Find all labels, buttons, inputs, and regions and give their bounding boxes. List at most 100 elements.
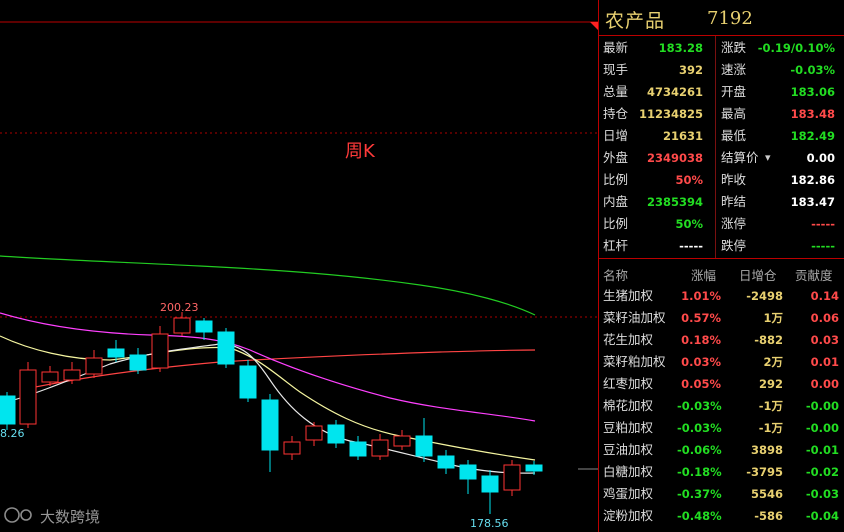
candle-body: [41, 371, 59, 383]
quote-value: 183.47: [790, 195, 835, 209]
quote-value: 2349038: [646, 151, 703, 165]
row-contribution: -0.00: [805, 421, 839, 435]
table-row[interactable]: 红枣加权 0.05% 292 0.00: [599, 373, 844, 395]
candle-body: [239, 365, 257, 399]
quote-label: 结算价: [721, 150, 759, 165]
row-contribution: -0.01: [805, 443, 839, 457]
candle-body: [305, 425, 323, 441]
table-row[interactable]: 菜籽油加权 0.57% 1万 0.06: [599, 307, 844, 329]
table-row[interactable]: 菜籽粕加权 0.03% 2万 0.01: [599, 351, 844, 373]
col-change[interactable]: 涨幅: [691, 265, 716, 284]
quote-value: 11234825: [638, 107, 703, 121]
candle-body: [371, 439, 389, 457]
quote-label: 比例: [603, 216, 629, 231]
candle-body: [63, 369, 81, 381]
quote-label: 速涨: [721, 62, 747, 77]
col-day-oi[interactable]: 日增仓: [739, 265, 777, 284]
quote-panel: 农产品 7192 最新 183.28 涨跌 -0.19/0.10% 现手 392 速涨 -0.…: [598, 0, 844, 532]
quote-value: -----: [811, 239, 835, 253]
row-name: 鸡蛋加权: [603, 486, 654, 501]
watermark-logo: 大数跨境: [4, 507, 100, 526]
candle-body: [437, 455, 455, 469]
quote-label: 跌停: [721, 238, 747, 253]
table-row[interactable]: 豆粕加权 -0.03% -1万 -0.00: [599, 417, 844, 439]
candle-body: [217, 331, 235, 365]
period-label: 周K: [345, 141, 376, 162]
candle-body: [503, 464, 521, 491]
quote-label: 现手: [603, 62, 629, 77]
quote-label: 最高: [721, 106, 747, 121]
row-day-oi: 5546: [750, 487, 783, 501]
high-label: 200.23: [160, 301, 199, 314]
chevron-down-icon[interactable]: ▾: [765, 147, 771, 169]
row-change: -0.48%: [677, 509, 722, 523]
col-name[interactable]: 名称: [603, 265, 628, 284]
quote-label: 最低: [721, 128, 747, 143]
candle-body: [107, 348, 125, 358]
row-day-oi: 3898: [750, 443, 783, 457]
quote-row: 持仓 11234825 最高 183.48: [599, 103, 844, 125]
table-row[interactable]: 花生加权 0.18% -882 0.03: [599, 329, 844, 351]
table-row[interactable]: 鸡蛋加权 -0.37% 5546 -0.03: [599, 483, 844, 505]
row-change: -0.03%: [677, 399, 722, 413]
row-change: -0.37%: [677, 487, 722, 501]
quote-label: 昨结: [721, 194, 747, 209]
row-change: 0.57%: [681, 311, 721, 325]
quote-label: 昨收: [721, 172, 747, 187]
kline-chart[interactable]: 周K 200.23 178.56 8.26 大数跨境: [0, 0, 598, 532]
row-change: 0.03%: [681, 355, 721, 369]
row-contribution: 0.00: [810, 377, 839, 391]
quote-label: 内盘: [603, 194, 629, 209]
quote-row: 内盘 2385394 昨结 183.47: [599, 191, 844, 213]
table-row[interactable]: 白糖加权 -0.18% -3795 -0.02: [599, 461, 844, 483]
candle-body: [195, 320, 213, 333]
row-name: 豆粕加权: [603, 420, 654, 435]
quote-value: -0.19/0.10%: [757, 41, 835, 55]
row-day-oi: 1万: [763, 311, 783, 325]
quote-label: 开盘: [721, 84, 747, 99]
row-day-oi: -2498: [746, 289, 783, 303]
corner-marker-icon: [590, 22, 598, 30]
quote-value: 50%: [675, 217, 703, 231]
quote-value: 183.28: [658, 41, 703, 55]
row-contribution: 0.01: [810, 355, 839, 369]
instrument-header: 农产品 7192: [599, 0, 844, 36]
row-name: 菜籽粕加权: [603, 354, 666, 369]
row-name: 菜籽油加权: [603, 310, 666, 325]
quote-value: -----: [679, 239, 703, 253]
quote-label: 外盘: [603, 150, 629, 165]
row-day-oi: -1万: [758, 399, 783, 413]
table-row[interactable]: 生猪加权 1.01% -2498 0.14: [599, 285, 844, 307]
candle-body: [393, 435, 411, 447]
row-day-oi: -882: [754, 333, 783, 347]
col-contribution[interactable]: 贡献度: [795, 265, 833, 284]
candle-body: [525, 464, 543, 472]
row-name: 红枣加权: [603, 376, 654, 391]
quote-value: 0.00: [806, 151, 835, 165]
row-change: -0.06%: [677, 443, 722, 457]
table-row[interactable]: 淀粉加权 -0.48% -586 -0.04: [599, 505, 844, 527]
row-day-oi: 292: [758, 377, 783, 391]
quote-label: 总量: [603, 84, 629, 99]
instrument-code: 7192: [707, 8, 753, 29]
quote-value: 182.86: [790, 173, 835, 187]
quote-value: 21631: [662, 129, 703, 143]
quote-value: 4734261: [646, 85, 703, 99]
quote-row: 外盘 2349038 结算价 0.00: [599, 147, 844, 169]
quote-label: 最新: [603, 40, 629, 55]
row-change: 0.18%: [681, 333, 721, 347]
left-value-label: 8.26: [0, 427, 25, 440]
quote-row: 现手 392 速涨 -0.03%: [599, 59, 844, 81]
table-row[interactable]: 棉花加权 -0.03% -1万 -0.00: [599, 395, 844, 417]
row-name: 棉花加权: [603, 398, 654, 413]
row-change: 0.05%: [681, 377, 721, 391]
instrument-name: 农产品: [605, 10, 666, 32]
row-name: 淀粉加权: [603, 508, 654, 523]
candle-body: [349, 441, 367, 457]
candle-body: [459, 464, 477, 480]
table-row[interactable]: 豆油加权 -0.06% 3898 -0.01: [599, 439, 844, 461]
quote-value: -----: [811, 217, 835, 231]
section-divider: [599, 258, 844, 259]
quote-label: 杠杆: [603, 238, 629, 253]
row-name: 白糖加权: [603, 464, 654, 479]
